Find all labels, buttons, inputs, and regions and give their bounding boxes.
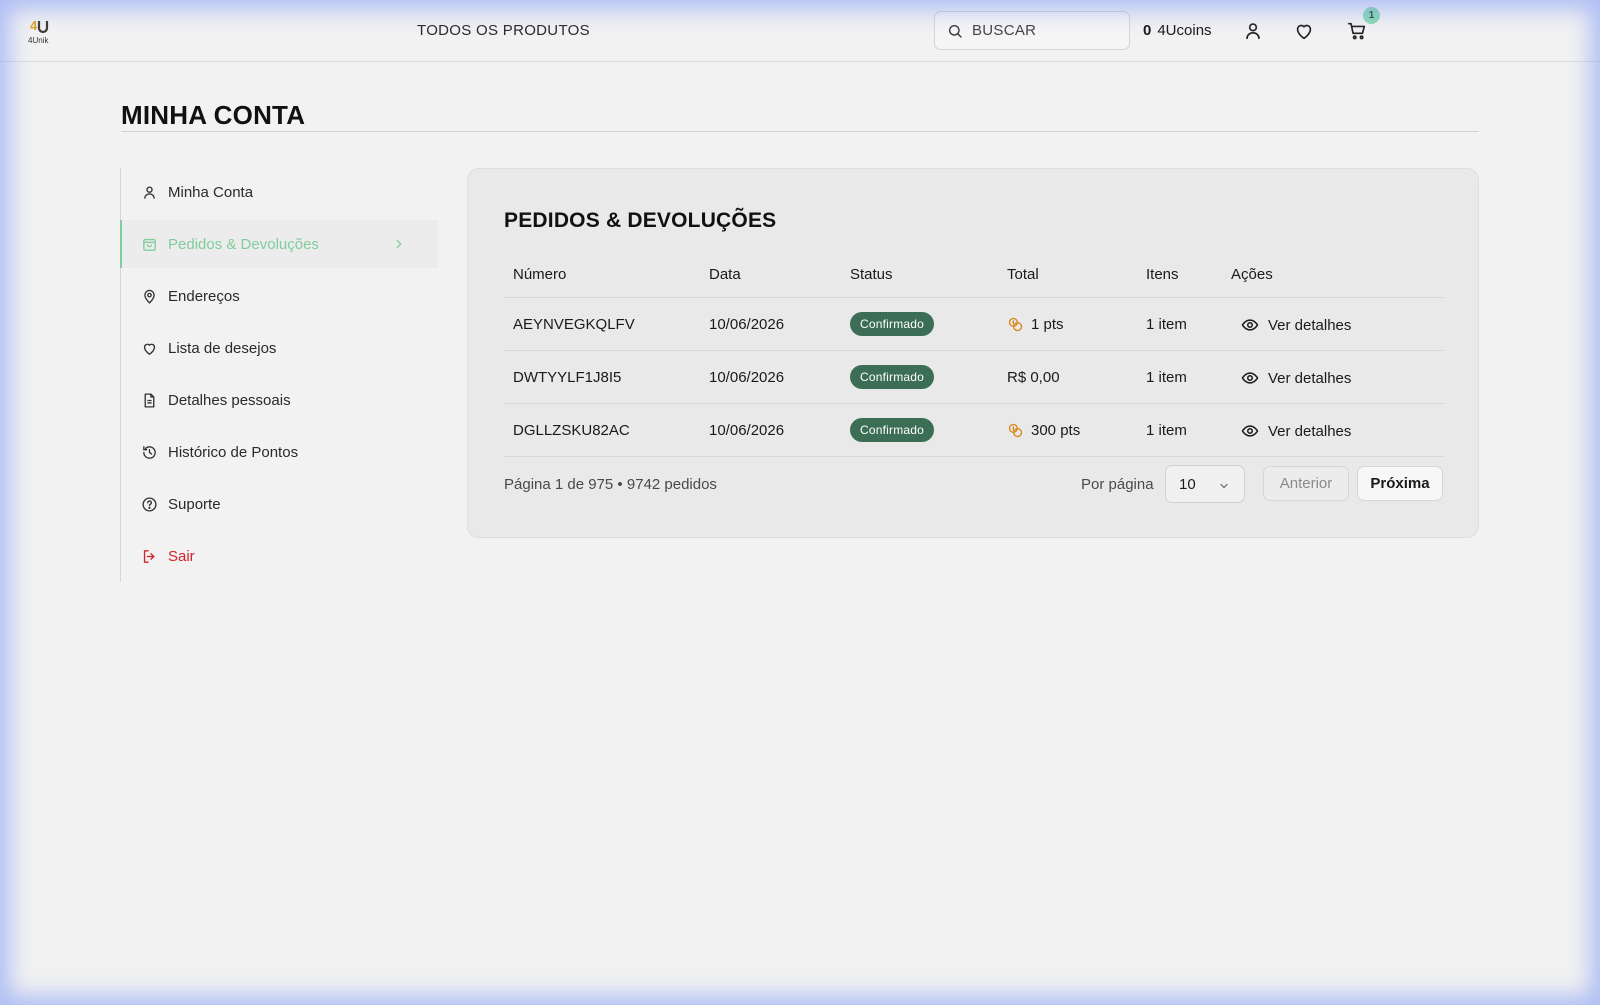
order-items: 1 item	[1146, 422, 1187, 439]
eye-icon	[1241, 319, 1259, 331]
sidebar-item-historico-pontos[interactable]: Histórico de Pontos	[121, 428, 439, 476]
per-page-select[interactable]: 10	[1165, 465, 1245, 503]
table-header: Número Data Status Total Itens Ações	[504, 251, 1444, 298]
view-details-button[interactable]: Ver detalhes	[1241, 316, 1351, 334]
order-total-value: R$ 0,00	[1007, 369, 1060, 386]
coins-icon	[1008, 423, 1023, 438]
order-number: AEYNVEGKQLFV	[513, 316, 635, 333]
document-icon	[144, 392, 155, 408]
order-total: 300 pts	[1007, 422, 1080, 439]
coins-balance[interactable]: 0 4Ucoins	[1143, 22, 1212, 39]
view-details-label: Ver detalhes	[1268, 316, 1352, 334]
order-total: 1 pts	[1007, 316, 1064, 333]
per-page-value: 10	[1179, 475, 1196, 493]
account-icon[interactable]	[1242, 20, 1264, 42]
table-row: DGLLZSKU82AC 10/06/2026 Confirmado 300 p…	[504, 404, 1444, 457]
nav-all-products[interactable]: TODOS OS PRODUTOS	[417, 22, 590, 39]
view-details-label: Ver detalhes	[1268, 422, 1352, 440]
eye-icon	[1241, 425, 1259, 437]
column-header-numero: Número	[513, 266, 567, 283]
sidebar-item-label: Minha Conta	[168, 183, 254, 201]
sidebar-item-label: Suporte	[168, 495, 221, 513]
view-details-button[interactable]: Ver detalhes	[1241, 369, 1351, 387]
order-total: R$ 0,00	[1007, 369, 1060, 386]
next-page-button[interactable]: Próxima	[1357, 466, 1443, 501]
orders-card: PEDIDOS & DEVOLUÇÕES Número Data Status …	[467, 168, 1479, 538]
wishlist-heart-icon[interactable]	[1293, 20, 1315, 42]
sidebar-item-suporte[interactable]: Suporte	[121, 480, 439, 528]
sidebar-item-label: Endereços	[168, 287, 240, 305]
order-items: 1 item	[1146, 369, 1187, 386]
search-box[interactable]	[934, 11, 1130, 50]
sidebar-item-sair[interactable]: Sair	[121, 532, 439, 580]
title-divider	[121, 131, 1479, 132]
orders-table: Número Data Status Total Itens Ações AEY…	[504, 251, 1444, 457]
sidebar-item-label: Lista de desejos	[168, 339, 277, 357]
order-date: 10/06/2026	[709, 369, 785, 386]
order-total-value: 300 pts	[1031, 422, 1081, 439]
per-page-label: Por página	[1081, 476, 1154, 493]
brand-logo[interactable]: 4 4Unik	[28, 16, 56, 46]
cart-count-badge: 1	[1363, 7, 1380, 24]
table-row: AEYNVEGKQLFV 10/06/2026 Confirmado 1 pts…	[504, 298, 1444, 351]
status-badge: Confirmado	[850, 312, 935, 336]
view-details-button[interactable]: Ver detalhes	[1241, 422, 1351, 440]
sidebar-item-pedidos[interactable]: Pedidos & Devoluções	[120, 220, 438, 268]
pagination-info: Página 1 de 975 • 9742 pedidos	[504, 476, 717, 493]
logout-icon	[143, 549, 155, 563]
order-number: DWTYYLF1J8I5	[513, 369, 622, 386]
sidebar-item-label: Detalhes pessoais	[168, 391, 291, 409]
order-number: DGLLZSKU82AC	[513, 422, 630, 439]
column-header-status: Status	[850, 266, 893, 283]
cart-icon[interactable]	[1346, 20, 1368, 42]
order-date: 10/06/2026	[709, 316, 785, 333]
eye-icon	[1241, 372, 1259, 384]
heart-icon	[143, 343, 156, 355]
sidebar-item-enderecos[interactable]: Endereços	[121, 272, 439, 320]
sidebar-item-label: Sair	[168, 547, 195, 565]
coins-label: 4Ucoins	[1157, 22, 1212, 39]
sidebar-item-detalhes-pessoais[interactable]: Detalhes pessoais	[121, 376, 439, 424]
svg-text:4Unik: 4Unik	[28, 36, 49, 45]
orders-title: PEDIDOS & DEVOLUÇÕES	[504, 209, 777, 232]
sidebar-item-label: Pedidos & Devoluções	[168, 235, 319, 253]
view-details-label: Ver detalhes	[1268, 369, 1352, 387]
page-title: MINHA CONTA	[121, 100, 306, 130]
column-header-itens: Itens	[1146, 266, 1179, 283]
sidebar-item-lista-desejos[interactable]: Lista de desejos	[121, 324, 439, 372]
bag-icon	[143, 238, 156, 251]
sidebar-item-label: Histórico de Pontos	[168, 443, 299, 461]
svg-text:4: 4	[30, 18, 38, 33]
sidebar-item-minha-conta[interactable]: Minha Conta	[121, 168, 439, 216]
order-items: 1 item	[1146, 316, 1187, 333]
column-header-acoes: Ações	[1231, 266, 1273, 283]
coins-icon	[1008, 317, 1023, 332]
previous-page-button[interactable]: Anterior	[1263, 466, 1349, 501]
top-header: 4 4Unik TODOS OS PRODUTOS 0 4Ucoins 1	[0, 0, 1600, 62]
column-header-data: Data	[709, 266, 741, 283]
status-badge: Confirmado	[850, 418, 935, 442]
search-input[interactable]	[972, 22, 1112, 39]
history-icon	[143, 445, 156, 459]
account-sidebar: Minha Conta Pedidos & Devoluções Endereç…	[120, 168, 438, 582]
table-row: DWTYYLF1J8I5 10/06/2026 Confirmado R$ 0,…	[504, 351, 1444, 404]
column-header-total: Total	[1007, 266, 1039, 283]
help-icon	[142, 496, 157, 512]
status-badge: Confirmado	[850, 365, 935, 389]
map-pin-icon	[144, 289, 155, 304]
search-icon	[949, 24, 962, 38]
user-icon	[144, 185, 155, 199]
coins-count: 0	[1143, 22, 1152, 39]
chevron-down-icon	[1220, 483, 1228, 489]
order-date: 10/06/2026	[709, 422, 785, 439]
chevron-right-icon	[396, 239, 402, 249]
order-total-value: 1 pts	[1031, 316, 1064, 333]
